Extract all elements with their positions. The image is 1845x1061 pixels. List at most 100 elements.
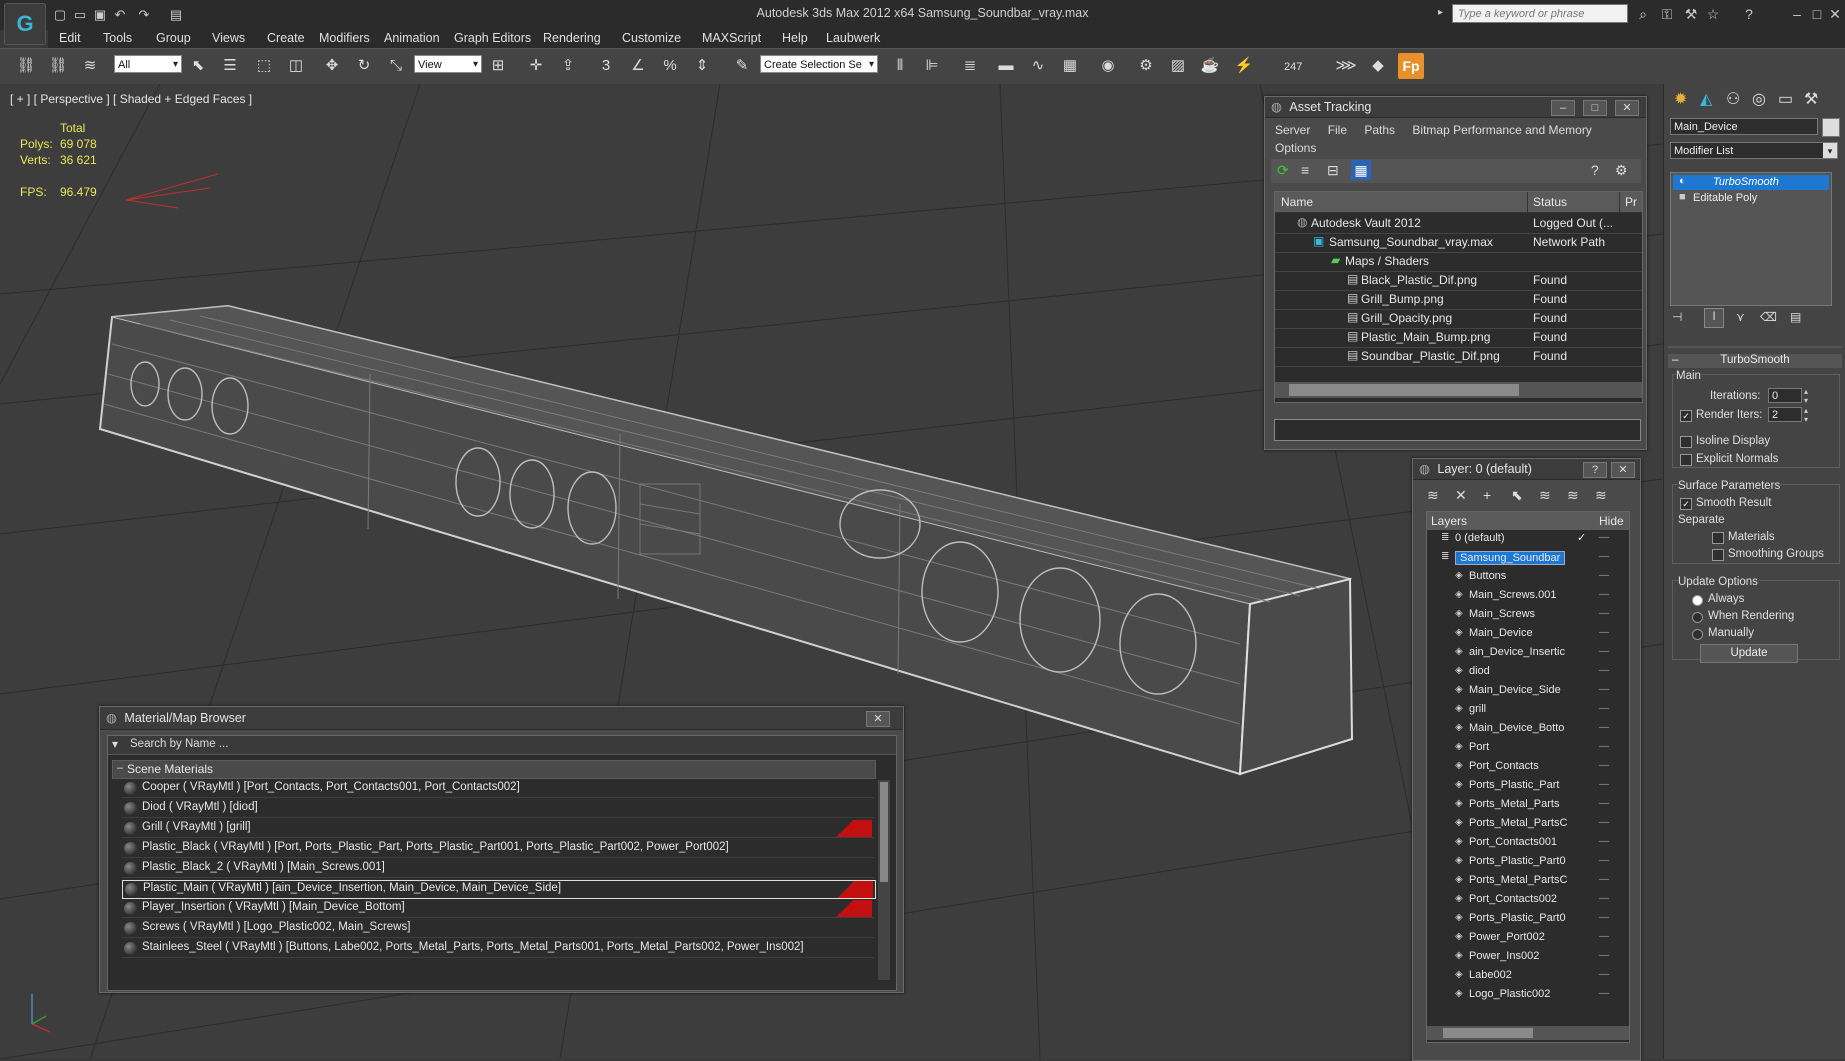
col-name[interactable]: Name — [1281, 195, 1313, 209]
lightbulb-icon[interactable]: ◐ — [1679, 175, 1686, 187]
asset-row[interactable]: ▤ Grill_Opacity.png Found — [1275, 309, 1642, 329]
material-search-input[interactable]: Search by Name ... — [130, 738, 228, 750]
hide-toggle[interactable]: — — [1599, 836, 1609, 847]
hide-toggle[interactable]: — — [1599, 570, 1609, 581]
layer-row[interactable]: ◈ ain_Device_Insertic — — [1427, 645, 1629, 661]
material-scroll-thumb[interactable] — [880, 782, 888, 882]
layer-row[interactable]: ◈ Ports_Metal_Parts — — [1427, 797, 1629, 813]
show-end-result-icon[interactable]: I — [1704, 308, 1724, 328]
select-manipulate-icon[interactable]: ✛ — [524, 55, 548, 77]
hide-toggle[interactable]: — — [1599, 646, 1609, 657]
help-search-input[interactable]: Type a keyword or phrase — [1452, 4, 1628, 23]
asset-row[interactable]: ▤ Black_Plastic_Dif.png Found — [1275, 271, 1642, 291]
material-row[interactable]: Plastic_Main ( VRayMtl ) [ain_Device_Ins… — [122, 880, 876, 899]
layer-close-button[interactable]: ✕ — [1611, 462, 1635, 478]
layer-row[interactable]: ◈ Ports_Plastic_Part0 — — [1427, 854, 1629, 870]
edit-named-selection-icon[interactable]: ✎ — [730, 55, 754, 77]
explicit-normals-checkbox[interactable] — [1680, 454, 1692, 466]
save-icon[interactable]: ▣ — [92, 7, 108, 23]
modify-tab-icon[interactable]: ◭ — [1700, 89, 1712, 109]
asset-scroll-thumb[interactable] — [1289, 384, 1519, 396]
material-row[interactable]: Cooper ( VRayMtl ) [Port_Contacts, Port_… — [122, 780, 874, 798]
asset-maximize-button[interactable]: □ — [1583, 100, 1607, 116]
curve-editor-icon[interactable]: ∿ — [1026, 55, 1050, 77]
reference-coordinate-dropdown[interactable]: View — [414, 55, 482, 74]
asset-help-icon[interactable]: ? — [1591, 162, 1599, 178]
layer-row[interactable]: ≣ 0 (default) — ✓ — [1427, 531, 1629, 547]
cube-icon[interactable]: ◆ — [1366, 55, 1390, 77]
refresh-icon[interactable]: ⟳ — [1277, 162, 1289, 179]
material-vertical-scrollbar[interactable] — [878, 780, 890, 980]
asset-menu-options[interactable]: Options — [1275, 141, 1316, 155]
render-setup-icon[interactable]: ⚙ — [1134, 55, 1158, 77]
percent-snap-icon[interactable]: % — [658, 55, 682, 77]
make-unique-icon[interactable]: ⋎ — [1736, 310, 1745, 324]
hide-toggle[interactable]: — — [1599, 931, 1609, 942]
keyboard-shortcut-override-icon[interactable]: ⇪ — [556, 55, 580, 77]
layer-row[interactable]: ◈ Power_Port002 — — [1427, 930, 1629, 946]
layer-row[interactable]: ◈ Ports_Metal_PartsC — — [1427, 873, 1629, 889]
rectangular-selection-icon[interactable]: ⬚ — [252, 55, 276, 77]
layer-row[interactable]: ◈ Logo_Plastic002 — — [1427, 987, 1629, 1003]
hide-toggle[interactable]: — — [1599, 874, 1609, 885]
render-production-icon[interactable]: ☕ — [1198, 55, 1222, 77]
redo-icon[interactable]: ↷ — [136, 7, 152, 23]
hide-all-icon[interactable]: ≋ — [1567, 487, 1579, 504]
hierarchy-tab-icon[interactable]: ⚇ — [1726, 89, 1740, 109]
maximize-icon[interactable]: □ — [1808, 5, 1826, 23]
snaps-toggle-icon[interactable]: 3 — [594, 55, 618, 77]
selection-filter-dropdown[interactable]: All — [114, 55, 182, 74]
binoculars-icon[interactable]: ⌕ — [1634, 5, 1652, 23]
communication-icon[interactable]: ⚒ — [1682, 5, 1700, 23]
hide-toggle[interactable]: — — [1599, 969, 1609, 980]
menu-create[interactable]: Create — [267, 31, 305, 45]
hide-toggle[interactable]: — — [1599, 798, 1609, 809]
hide-toggle[interactable]: — — [1599, 912, 1609, 923]
layer-row[interactable]: ◈ Ports_Metal_PartsC — — [1427, 816, 1629, 832]
hide-toggle[interactable]: — — [1599, 817, 1609, 828]
stack-item-editable-poly[interactable]: ■ Editable Poly — [1673, 191, 1829, 206]
menu-graph-editors[interactable]: Graph Editors — [454, 31, 531, 45]
asset-row[interactable]: ▤ Soundbar_Plastic_Dif.png Found — [1275, 347, 1642, 367]
asset-menu-paths[interactable]: Paths — [1364, 123, 1395, 137]
select-layer-objects-icon[interactable]: ⬉ — [1511, 487, 1523, 504]
layer-row[interactable]: ◈ Buttons — — [1427, 569, 1629, 585]
layer-row[interactable]: ◈ Port_Contacts001 — — [1427, 835, 1629, 851]
isoline-checkbox[interactable] — [1680, 436, 1692, 448]
manually-radio[interactable] — [1692, 629, 1703, 640]
menu-customize[interactable]: Customize — [622, 31, 681, 45]
smoothing-groups-checkbox[interactable] — [1712, 549, 1724, 561]
material-row[interactable]: Screws ( VRayMtl ) [Logo_Plastic002, Mai… — [122, 920, 874, 938]
asset-path-field[interactable] — [1274, 419, 1641, 441]
material-browser-close-button[interactable]: ✕ — [866, 711, 890, 727]
configure-sets-icon[interactable]: ▤ — [1790, 310, 1801, 324]
layer-manager-icon[interactable]: ≣ — [958, 55, 982, 77]
layer-row[interactable]: ◈ Labe002 — — [1427, 968, 1629, 984]
layer-row[interactable]: ≣ Samsung_Soundbar — — [1427, 550, 1629, 566]
select-and-link-icon[interactable]: ⛓ — [14, 55, 38, 77]
menu-help[interactable]: Help — [782, 31, 808, 45]
delete-layer-icon[interactable]: ✕ — [1455, 487, 1467, 504]
named-selection-dropdown[interactable]: Create Selection Se — [760, 55, 878, 74]
material-row[interactable]: Grill ( VRayMtl ) [grill] — [122, 820, 874, 838]
menu-animation[interactable]: Animation — [384, 31, 440, 45]
asset-menu-bitmap[interactable]: Bitmap Performance and Memory — [1412, 123, 1591, 137]
col-layers[interactable]: Layers — [1431, 514, 1467, 528]
hide-toggle[interactable]: — — [1599, 779, 1609, 790]
menu-tools[interactable]: Tools — [103, 31, 132, 45]
subscription-icon[interactable]: ⚿ — [1658, 5, 1676, 23]
material-row[interactable]: Stainlees_Steel ( VRayMtl ) [Buttons, La… — [122, 940, 874, 958]
window-crossing-icon[interactable]: ◫ — [284, 55, 308, 77]
graphite-ribbon-icon[interactable]: ▬ — [994, 55, 1018, 77]
object-color-swatch[interactable] — [1822, 118, 1840, 137]
select-and-scale-icon[interactable]: ⤡ — [384, 55, 408, 77]
materials-checkbox[interactable] — [1712, 532, 1724, 544]
layer-row[interactable]: ◈ Power_Ins002 — — [1427, 949, 1629, 965]
hide-toggle[interactable]: — — [1599, 760, 1609, 771]
menu-edit[interactable]: Edit — [59, 31, 81, 45]
help-icon[interactable]: ? — [1740, 5, 1758, 23]
menu-maxscript[interactable]: MAXScript — [702, 31, 761, 45]
hide-toggle[interactable]: — — [1599, 589, 1609, 600]
menu-modifiers[interactable]: Modifiers — [319, 31, 370, 45]
layer-row[interactable]: ◈ Port — — [1427, 740, 1629, 756]
